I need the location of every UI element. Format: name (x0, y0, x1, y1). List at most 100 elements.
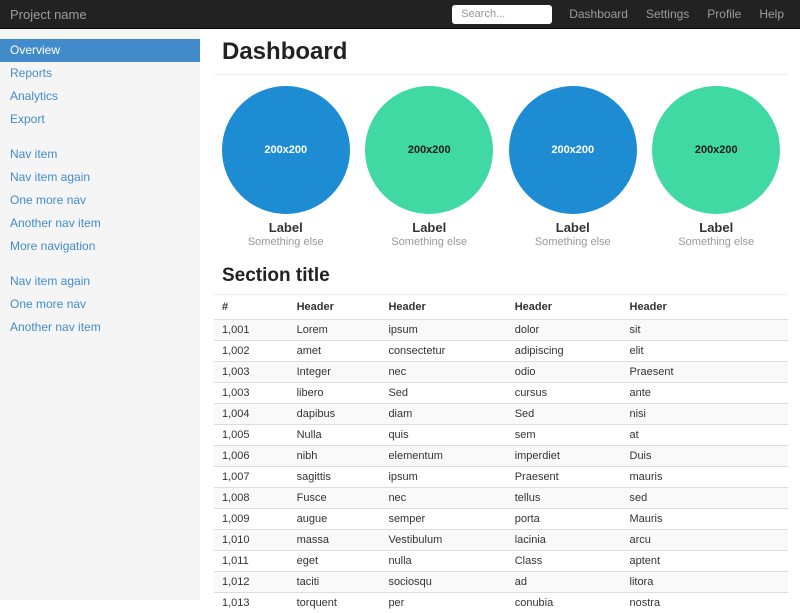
sidebar: OverviewReportsAnalyticsExportNav itemNa… (0, 29, 200, 600)
placeholder-card: 200x200LabelSomething else (358, 86, 502, 249)
table-cell: massa (289, 530, 381, 551)
table-cell: tellus (507, 488, 622, 509)
search-input[interactable] (452, 5, 552, 24)
top-navbar: Project name DashboardSettingsProfileHel… (0, 0, 800, 29)
placeholder-image-circle: 200x200 (222, 86, 350, 214)
table-cell: sit (622, 320, 789, 341)
table-cell: sagittis (289, 467, 381, 488)
section-title: Section title (214, 265, 788, 295)
card-sublabel: Something else (645, 236, 789, 249)
table-cell: conubia (507, 593, 622, 613)
table-row: 1,003liberoSedcursusante (214, 383, 788, 404)
table-cell: mauris (622, 467, 789, 488)
table-cell: porta (507, 509, 622, 530)
table-row: 1,008Fuscenectellussed (214, 488, 788, 509)
card-sublabel: Something else (214, 236, 358, 249)
navbar-link-dashboard[interactable]: Dashboard (560, 7, 637, 21)
page-title: Dashboard (214, 38, 788, 75)
table-cell: 1,004 (214, 404, 289, 425)
table-cell: Fusce (289, 488, 381, 509)
table-cell: 1,012 (214, 572, 289, 593)
sidebar-item-export[interactable]: Export (0, 108, 200, 131)
table-cell: 1,008 (214, 488, 289, 509)
brand-link[interactable]: Project name (0, 7, 97, 22)
table-cell: ad (507, 572, 622, 593)
table-cell: dapibus (289, 404, 381, 425)
table-cell: Vestibulum (380, 530, 506, 551)
table-cell: cursus (507, 383, 622, 404)
table-cell: nulla (380, 551, 506, 572)
sidebar-item-more-navigation[interactable]: More navigation (0, 235, 200, 258)
table-cell: nec (380, 488, 506, 509)
table-cell: augue (289, 509, 381, 530)
table-row: 1,005Nullaquissemat (214, 425, 788, 446)
table-cell: ipsum (380, 320, 506, 341)
navbar-link-profile[interactable]: Profile (698, 7, 750, 21)
table-cell: arcu (622, 530, 789, 551)
table-cell: 1,001 (214, 320, 289, 341)
table-row: 1,013torquentperconubianostra (214, 593, 788, 613)
table-cell: 1,003 (214, 383, 289, 404)
placeholder-card: 200x200 LabelSomething else (214, 86, 358, 249)
placeholder-image-circle: 200x200 (509, 86, 637, 214)
sidebar-item-another-nav-item[interactable]: Another nav item (0, 212, 200, 235)
table-cell: Mauris (622, 509, 789, 530)
sidebar-item-nav-item-again[interactable]: Nav item again (0, 270, 200, 293)
table-header-row: #HeaderHeaderHeaderHeader (214, 295, 788, 320)
table-cell: consectetur (380, 341, 506, 362)
sidebar-item-analytics[interactable]: Analytics (0, 85, 200, 108)
navbar-link-help[interactable]: Help (750, 7, 793, 21)
table-cell: at (622, 425, 789, 446)
table-header-cell: # (214, 295, 289, 320)
table-cell: nostra (622, 593, 789, 613)
sidebar-item-overview[interactable]: Overview (0, 39, 200, 62)
card-label: Label (214, 220, 358, 235)
table-cell: amet (289, 341, 381, 362)
data-table: #HeaderHeaderHeaderHeader 1,001Loremipsu… (214, 295, 788, 613)
table-cell: nisi (622, 404, 789, 425)
table-cell: 1,007 (214, 467, 289, 488)
table-cell: lacinia (507, 530, 622, 551)
table-header-cell: Header (622, 295, 789, 320)
card-label: Label (501, 220, 645, 235)
navbar-links: DashboardSettingsProfileHelp (560, 7, 793, 21)
table-cell: nec (380, 362, 506, 383)
sidebar-item-nav-item-again[interactable]: Nav item again (0, 166, 200, 189)
sidebar-item-another-nav-item[interactable]: Another nav item (0, 316, 200, 339)
table-cell: 1,011 (214, 551, 289, 572)
placeholder-cards-row: 200x200LabelSomething else200x200LabelSo… (214, 86, 788, 249)
table-cell: odio (507, 362, 622, 383)
sidebar-item-one-more-nav[interactable]: One more nav (0, 189, 200, 212)
card-sublabel: Something else (358, 236, 502, 249)
main-content: Dashboard 200x200LabelSomething else200x… (214, 29, 788, 613)
table-cell: Lorem (289, 320, 381, 341)
table-cell: ipsum (380, 467, 506, 488)
table-row: 1,012tacitisociosquadlitora (214, 572, 788, 593)
table-row: 1,002ametconsecteturadipiscingelit (214, 341, 788, 362)
navbar-right: DashboardSettingsProfileHelp (452, 5, 800, 24)
table-cell: per (380, 593, 506, 613)
table-cell: nibh (289, 446, 381, 467)
table-cell: adipiscing (507, 341, 622, 362)
sidebar-item-one-more-nav[interactable]: One more nav (0, 293, 200, 316)
placeholder-image-circle: 200x200 (365, 86, 493, 214)
sidebar-group-2: Nav itemNav item againOne more navAnothe… (0, 143, 200, 258)
table-header-cell: Header (380, 295, 506, 320)
card-sublabel: Something else (501, 236, 645, 249)
table-cell: Praesent (507, 467, 622, 488)
table-cell: torquent (289, 593, 381, 613)
table-body: 1,001Loremipsumdolorsit1,002ametconsecte… (214, 320, 788, 613)
navbar-link-settings[interactable]: Settings (637, 7, 698, 21)
table-cell: eget (289, 551, 381, 572)
placeholder-image-circle: 200x200 (652, 86, 780, 214)
table-cell: ante (622, 383, 789, 404)
table-cell: 1,010 (214, 530, 289, 551)
table-cell: taciti (289, 572, 381, 593)
table-row: 1,007sagittisipsumPraesentmauris (214, 467, 788, 488)
table-cell: diam (380, 404, 506, 425)
sidebar-item-reports[interactable]: Reports (0, 62, 200, 85)
table-cell: Praesent (622, 362, 789, 383)
table-cell: imperdiet (507, 446, 622, 467)
sidebar-group-3: Nav item againOne more navAnother nav it… (0, 270, 200, 339)
sidebar-item-nav-item[interactable]: Nav item (0, 143, 200, 166)
